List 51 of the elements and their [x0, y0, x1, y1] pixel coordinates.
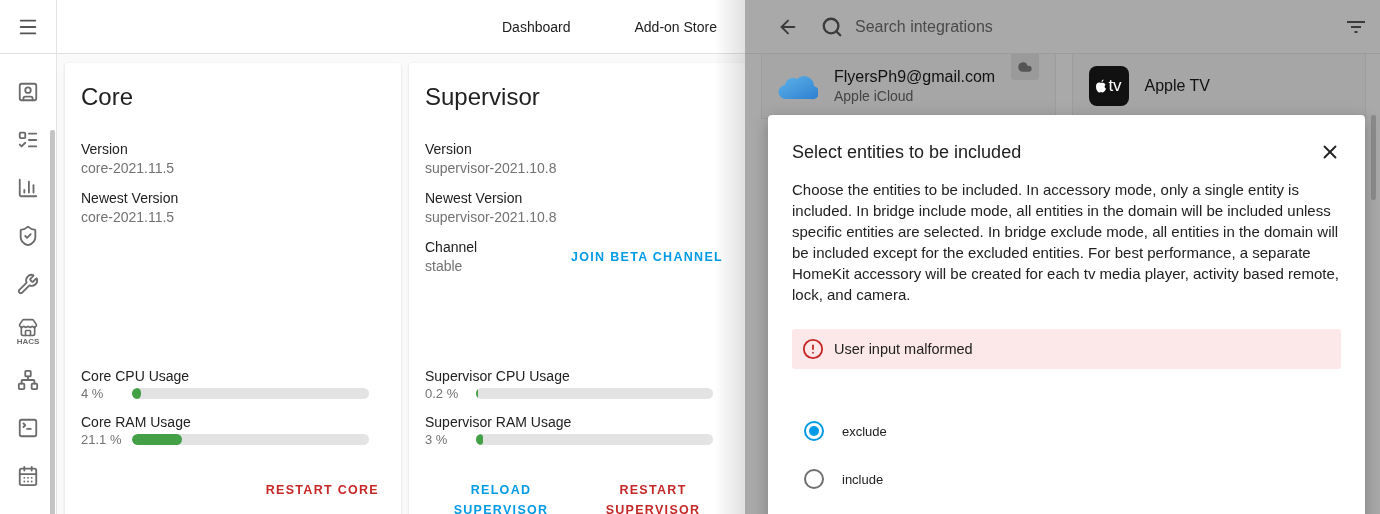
integration-card[interactable]: tv Apple TV: [1071, 54, 1366, 119]
radio-button[interactable]: [804, 421, 824, 441]
dialog-description: Choose the entities to be included. In accessory mode, only a single entity is included. In bridge include mode, all entities in the domain will be included unless specific entities are selected. In bridge exclude mode, all entities in the domain will be included except for the excluded entities. For best performance, a separate HomeKit accessory will be created for each tv media player, activity based remote, lock, and camera.: [792, 180, 1340, 305]
usage-reading: 3 %: [425, 432, 449, 447]
integration-subtitle: Apple iCloud: [834, 88, 915, 104]
usage-reading: 0.2 %: [425, 386, 460, 401]
store-label: HACS: [16, 338, 40, 346]
integration-title: Apple TV: [1144, 77, 1211, 95]
field-value: stable: [425, 258, 464, 274]
dialog-title: Select entities to be included: [792, 141, 1022, 163]
terminal-icon[interactable]: [17, 417, 39, 439]
usage-label: Supervisor RAM Usage: [425, 414, 573, 430]
cloud-icon: [1016, 59, 1033, 75]
field-label: Channel: [425, 239, 478, 255]
integration-title: FlyersPh9@gmail.com: [834, 68, 996, 86]
action-button[interactable]: RESTART CORE: [259, 476, 385, 504]
field-value: core-2021.11.5: [81, 209, 176, 225]
error-text: User input malformed: [834, 341, 973, 357]
store-icon[interactable]: [18, 318, 38, 338]
field-label: Newest Version: [81, 190, 179, 206]
usage-reading: 21.1 %: [81, 432, 123, 447]
search-icon: [821, 15, 843, 38]
shield-check-icon[interactable]: [17, 225, 39, 247]
card-title: Core: [81, 83, 135, 111]
usage-label: Core RAM Usage: [81, 414, 192, 430]
option-label: exclude: [842, 423, 887, 439]
field-label: Version: [425, 141, 473, 157]
field-label: Newest Version: [425, 190, 524, 206]
bar-chart-icon[interactable]: [17, 177, 39, 199]
network-icon[interactable]: [17, 369, 39, 391]
search-field[interactable]: Search integrations: [853, 16, 1157, 37]
nav-tab[interactable]: Add-on Store: [634, 18, 717, 35]
field-label: Version: [81, 141, 129, 157]
tv-logo: tv: [1088, 66, 1129, 106]
alert-icon: [802, 338, 824, 360]
person-card-icon[interactable]: [17, 81, 39, 103]
option-label: include: [842, 471, 884, 487]
field-value: supervisor-2021.10.8: [425, 209, 557, 225]
usage-reading: 4 %: [81, 386, 105, 401]
card-title: Supervisor: [425, 83, 541, 111]
integration-card[interactable]: FlyersPh9@gmail.com Apple iCloud: [761, 54, 1056, 119]
field-value: supervisor-2021.10.8: [425, 160, 557, 176]
usage-label: Supervisor CPU Usage: [425, 368, 571, 384]
calendar-icon[interactable]: [17, 465, 39, 487]
wrench-icon[interactable]: [17, 273, 39, 295]
usage-label: Core CPU Usage: [81, 368, 191, 384]
action-button[interactable]: RESTART SUPERVISOR: [593, 476, 713, 514]
field-value: core-2021.11.5: [81, 160, 175, 176]
filter-icon[interactable]: [1346, 19, 1366, 34]
nav-tab[interactable]: Dashboard: [502, 18, 571, 35]
radio-button[interactable]: [804, 469, 824, 489]
